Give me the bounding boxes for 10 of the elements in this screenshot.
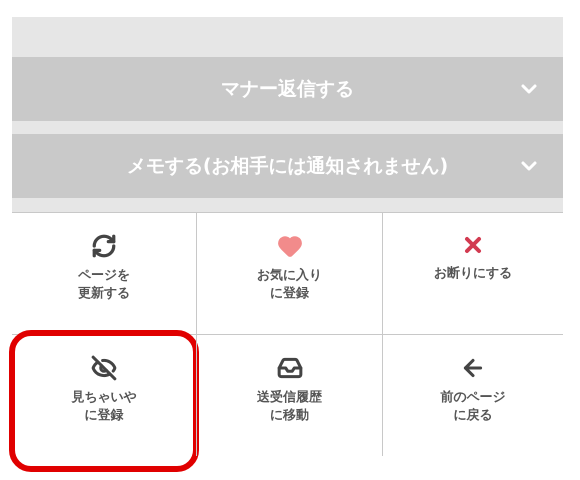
eye-slash-icon — [91, 355, 117, 381]
action-button[interactable]: ページを 更新する — [12, 213, 196, 334]
inbox-tray-icon — [276, 355, 302, 381]
refresh-icon — [91, 233, 117, 259]
action-button[interactable]: 送受信履歴 に移動 — [197, 335, 382, 456]
action-button[interactable]: 前のページ に戻る — [383, 335, 563, 456]
action-button[interactable]: 見ちゃいや に登録 — [12, 335, 196, 456]
action-button[interactable]: お気に入り に登録 — [197, 213, 382, 334]
heart-icon — [276, 233, 302, 259]
action-button[interactable]: お断りにする — [383, 213, 563, 334]
